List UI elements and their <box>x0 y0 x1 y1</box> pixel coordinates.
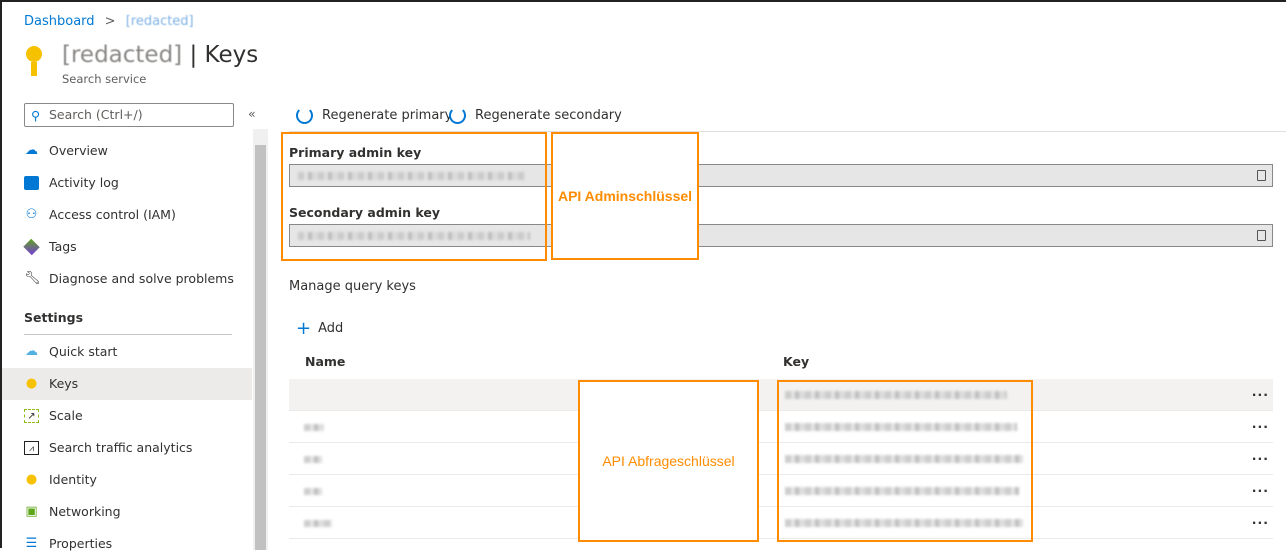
sidebar-item-diagnose[interactable]: 🔧︎ Diagnose and solve problems <box>2 263 252 295</box>
column-header-name[interactable]: Name <box>305 354 345 369</box>
sidebar-item-overview[interactable]: ☁ Overview <box>2 135 252 167</box>
collapse-sidebar-button[interactable]: « <box>248 106 256 121</box>
log-icon <box>24 176 39 190</box>
copy-icon[interactable] <box>1257 170 1266 181</box>
cloud-search-icon: ☁ <box>25 143 38 158</box>
name-redacted <box>304 456 322 463</box>
page-title: [redacted] | Keys <box>62 42 258 68</box>
label: Activity log <box>49 175 119 190</box>
name-redacted <box>304 488 322 495</box>
sidebar-search-input[interactable]: ⚲ Search (Ctrl+/) <box>24 103 234 127</box>
manage-query-keys-heading: Manage query keys <box>289 279 416 294</box>
sidebar-item-keys[interactable]: ● Keys <box>2 368 252 400</box>
more-actions-button[interactable]: ··· <box>1252 387 1269 402</box>
more-actions-button[interactable]: ··· <box>1252 515 1269 530</box>
sidebar-section-settings: Settings <box>24 310 84 325</box>
annotation-box-query-keys <box>777 380 1033 542</box>
label: Regenerate primary <box>322 108 453 123</box>
sidebar-item-networking[interactable]: ▣ Networking <box>2 496 252 528</box>
label: Scale <box>49 408 83 423</box>
label: Properties <box>49 536 113 551</box>
sidebar-item-activity-log[interactable]: Activity log <box>2 167 252 199</box>
annotation-label-admin: API Adminschlüssel <box>551 132 699 260</box>
sidebar-item-search-traffic-analytics[interactable]: ⩘ Search traffic analytics <box>2 432 252 464</box>
divider <box>24 334 232 335</box>
key-icon <box>26 46 42 78</box>
wrench-icon: 🔧︎ <box>24 271 41 286</box>
name-redacted <box>304 424 324 431</box>
annotation-label-query: API Abfrageschlüssel <box>578 380 759 542</box>
sidebar-item-quick-start[interactable]: ☁ Quick start <box>2 336 252 368</box>
regenerate-primary-button[interactable]: Regenerate primary <box>296 105 452 127</box>
sliders-icon: ☰ <box>25 536 38 551</box>
label: Quick start <box>49 344 118 359</box>
sidebar-item-properties[interactable]: ☰ Properties <box>2 528 252 560</box>
plus-icon: + <box>296 318 312 339</box>
scale-icon: ↗ <box>24 409 39 423</box>
regenerate-secondary-button[interactable]: Regenerate secondary <box>449 105 622 127</box>
tag-icon <box>23 238 40 256</box>
add-query-key-button[interactable]: + Add <box>296 318 343 339</box>
analytics-icon: ⩘ <box>24 441 39 455</box>
search-icon: ⚲ <box>31 108 41 123</box>
name-redacted <box>304 520 332 527</box>
label: Identity <box>49 472 97 487</box>
cloud-bolt-icon: ☁ <box>25 344 38 359</box>
more-actions-button[interactable]: ··· <box>1252 451 1269 466</box>
sidebar-item-access-control[interactable]: ⚇ Access control (IAM) <box>2 199 252 231</box>
page-title-text: | Keys <box>189 42 259 68</box>
identity-key-icon: ● <box>25 472 38 487</box>
scrollbar-thumb[interactable] <box>255 145 266 550</box>
breadcrumb-current[interactable]: [redacted] <box>126 14 194 29</box>
label: Overview <box>49 143 108 158</box>
more-actions-button[interactable]: ··· <box>1252 483 1269 498</box>
page-subtitle: Search service <box>62 72 147 86</box>
label: Access control (IAM) <box>49 207 176 222</box>
sidebar-item-scale[interactable]: ↗ Scale <box>2 400 252 432</box>
network-lock-icon: ▣ <box>25 504 38 519</box>
annotation-box-admin-keys <box>281 132 547 261</box>
label: Networking <box>49 504 121 519</box>
more-actions-button[interactable]: ··· <box>1252 419 1269 434</box>
breadcrumb-separator: > <box>104 14 116 29</box>
label: Tags <box>49 239 77 254</box>
people-icon: ⚇ <box>25 207 38 222</box>
key-icon: ● <box>25 376 38 391</box>
refresh-icon <box>296 107 313 124</box>
label: Search traffic analytics <box>49 440 193 455</box>
resource-name: [redacted] <box>62 42 183 68</box>
label: Regenerate secondary <box>475 108 622 123</box>
breadcrumb: Dashboard > [redacted] <box>24 14 194 29</box>
search-placeholder: Search (Ctrl+/) <box>49 107 143 122</box>
breadcrumb-dashboard[interactable]: Dashboard <box>24 14 95 29</box>
copy-icon[interactable] <box>1257 230 1266 241</box>
sidebar-item-identity[interactable]: ● Identity <box>2 464 252 496</box>
sidebar-item-tags[interactable]: Tags <box>2 231 252 263</box>
refresh-icon <box>449 107 466 124</box>
annotation-text: API Adminschlüssel <box>557 188 693 204</box>
label: Keys <box>49 376 79 391</box>
column-header-key[interactable]: Key <box>783 354 809 369</box>
annotation-text: API Abfrageschlüssel <box>602 453 735 469</box>
label: Add <box>318 321 344 336</box>
label: Diagnose and solve problems <box>49 271 234 286</box>
